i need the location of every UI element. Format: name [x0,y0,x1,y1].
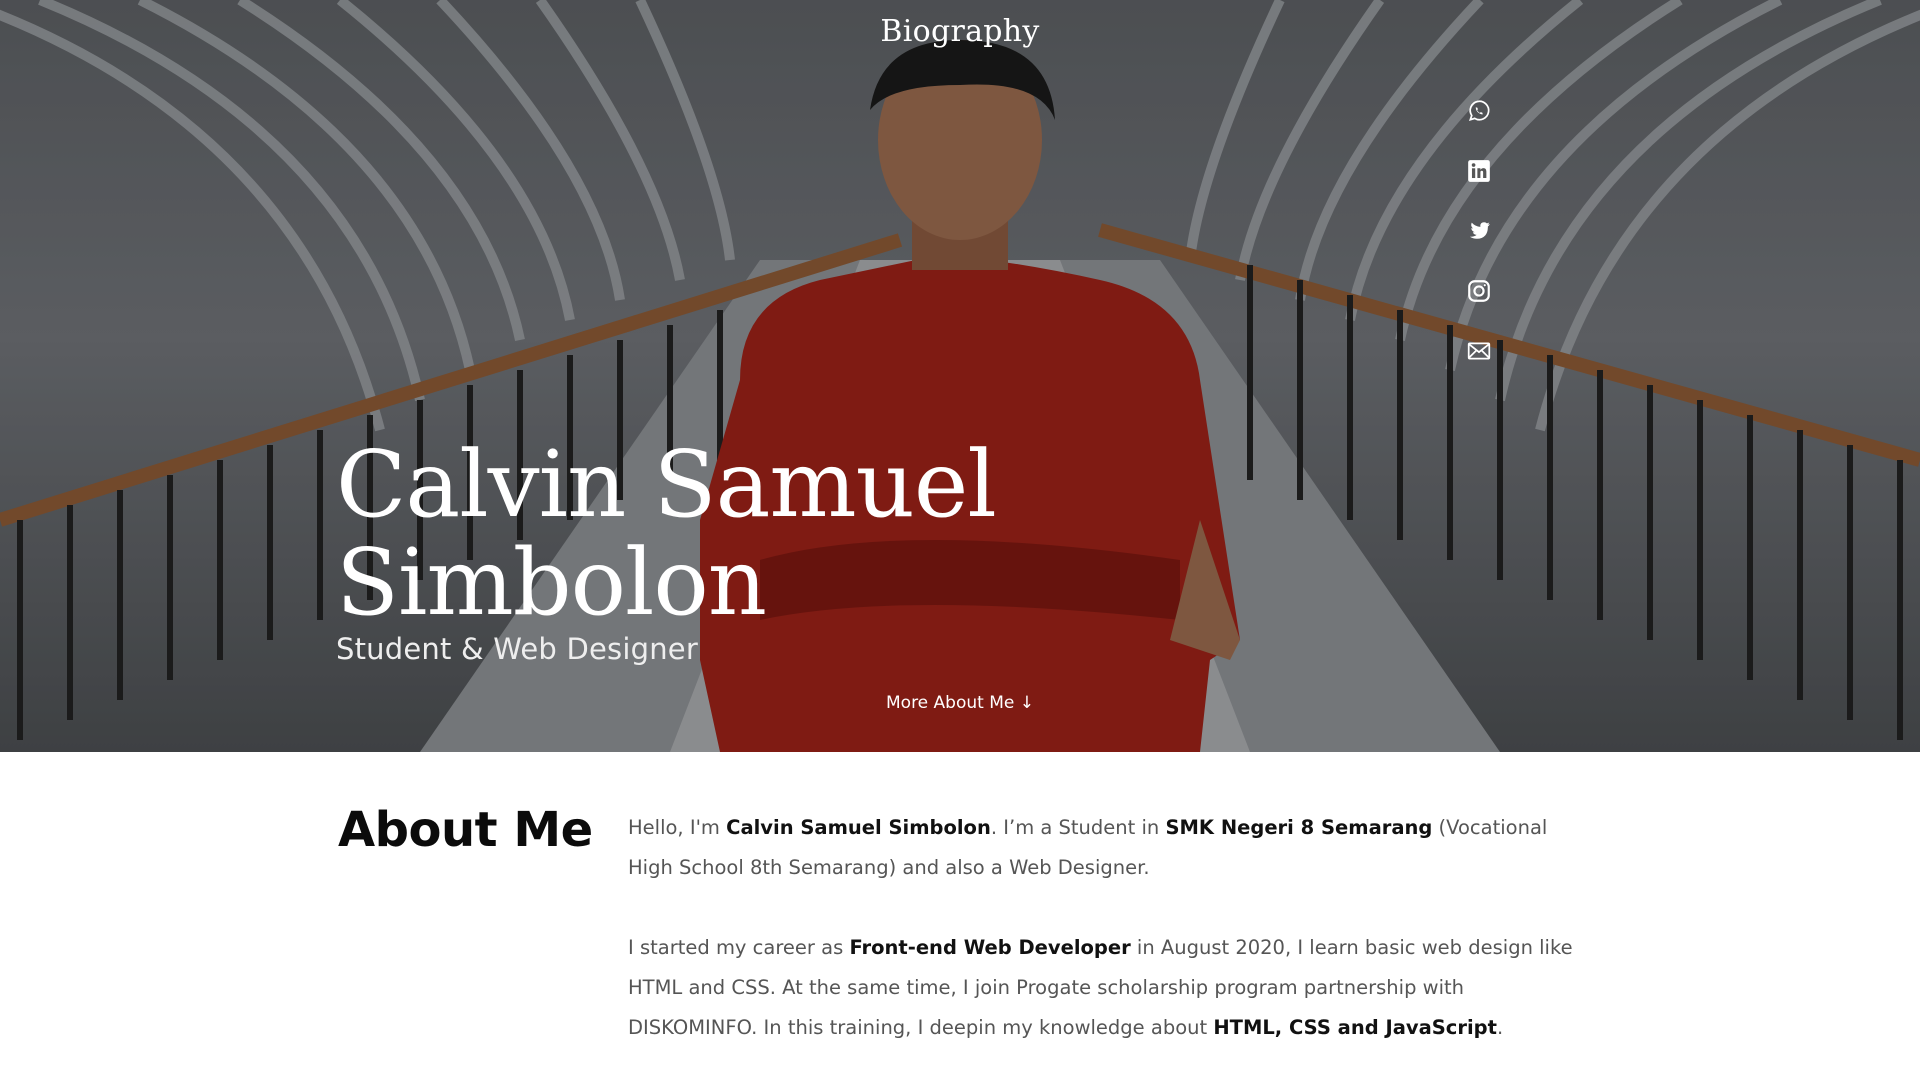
about-body: Hello, I'm Calvin Samuel Simbolon. I’m a… [628,808,1588,1080]
whatsapp-icon[interactable] [1464,96,1494,126]
hero-name-line-2: Simbolon [336,529,767,636]
instagram-icon[interactable] [1464,276,1494,306]
nav-title[interactable]: Biography [0,14,1920,49]
about-p1-bold-1: Calvin Samuel Simbolon [726,816,991,839]
about-heading: About Me [338,802,593,858]
about-p2-text-3: . [1496,1016,1504,1039]
linkedin-icon[interactable] [1464,156,1494,186]
hero-subtitle: Student & Web Designer [336,632,698,666]
about-paragraph-2: I started my career as Front-end Web Dev… [628,928,1588,1048]
hero-name: Calvin Samuel Simbolon [336,431,997,636]
about-p1-bold-2: SMK Negeri 8 Semarang [1165,816,1433,839]
about-p2-bold-1: Front-end Web Developer [849,936,1131,959]
about-paragraph-1: Hello, I'm Calvin Samuel Simbolon. I’m a… [628,808,1588,888]
mail-icon[interactable] [1464,336,1494,366]
about-p2-bold-2: HTML, CSS and JavaScript [1213,1016,1497,1039]
twitter-icon[interactable] [1464,216,1494,246]
hero-section: Biography Calvin Samuel Simbolon Student… [0,0,1920,752]
more-about-me-link[interactable]: More About Me ↓ [0,693,1920,713]
hero-name-line-1: Calvin Samuel [336,431,997,538]
hero-overlay [0,0,1920,752]
about-p1-text-2: . I’m a Student in [990,816,1166,839]
about-p2-text-1: I started my career as [628,936,850,959]
social-links [1464,96,1496,396]
about-p1-text-1: Hello, I'm [628,816,727,839]
